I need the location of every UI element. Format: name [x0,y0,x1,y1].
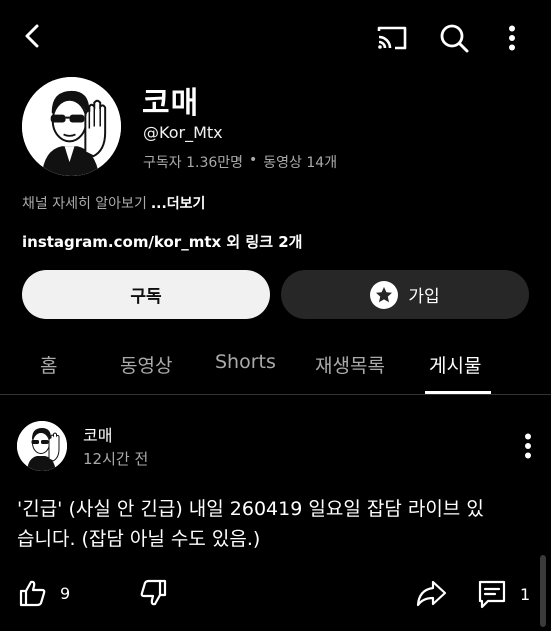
subscriber-count: 구독자 1.36만명 [143,155,244,171]
back-button[interactable] [14,18,50,54]
subscribe-button[interactable]: 구독 [22,270,270,319]
about-more: ...더보기 [150,196,206,212]
post-action-bar: 9 1 [0,570,551,620]
like-count: 9 [60,583,71,603]
channel-handle: @Kor_Mtx [143,123,223,142]
like-button[interactable]: 9 [18,578,70,608]
comment-button[interactable]: 1 [476,578,530,610]
top-app-bar [0,0,551,72]
channel-avatar[interactable] [22,77,121,176]
chevron-left-icon [25,24,39,48]
channel-links[interactable]: instagram.com/kor_mtx 외 링크 2개 [22,231,303,252]
channel-tabs: 홈 동영상 Shorts 재생목록 게시물 [0,338,551,394]
post-timestamp: 12시간 전 [83,450,149,468]
video-count: 동영상 14개 [263,155,338,171]
channel-stats: 구독자 1.36만명 • 동영상 14개 [143,152,337,172]
thumbs-up-icon [19,580,46,607]
search-button[interactable] [434,18,474,58]
channel-name: 코매 [142,86,200,121]
tab-home[interactable]: 홈 [40,351,57,378]
dislike-button[interactable] [138,578,168,608]
post-text-line: '긴급' (사실 안 긴급) 내일 260419 일요일 잡담 라이브 있 [17,498,484,520]
star-icon [370,280,399,309]
share-button[interactable] [415,578,447,608]
about-text: 채널 자세히 알아보기 [22,196,147,212]
more-options-button[interactable] [496,18,528,58]
post-author-avatar[interactable] [17,421,67,471]
channel-about-link[interactable]: 채널 자세히 알아보기 ...더보기 [22,193,205,213]
tabs-divider [0,394,551,395]
post-more-button[interactable] [516,430,540,462]
cast-button[interactable] [372,18,412,58]
share-icon [416,580,447,607]
more-vertical-icon [509,25,515,51]
search-icon [440,24,469,53]
comment-count: 1 [520,584,531,604]
join-button[interactable]: 가입 [281,270,529,319]
post-author-name[interactable]: 코매 [83,422,112,446]
stats-separator: • [249,152,258,168]
tab-playlists[interactable]: 재생목록 [315,351,385,378]
comment-icon [478,580,506,609]
join-label: 가입 [408,287,440,306]
thumbs-down-icon [140,579,167,606]
cast-icon [377,26,407,50]
avatar-illustration [22,77,121,176]
tab-videos[interactable]: 동영상 [120,351,172,378]
more-vertical-icon [525,433,531,459]
post-body: '긴급' (사실 안 긴급) 내일 260419 일요일 잡담 라이브 있 습니… [17,494,527,554]
scrollbar[interactable] [540,555,546,627]
tab-posts[interactable]: 게시물 [429,351,481,378]
avatar-illustration [17,421,67,471]
tab-shorts[interactable]: Shorts [215,351,276,373]
post-text-line: 습니다. (잡담 아닐 수도 있음.) [17,528,261,550]
